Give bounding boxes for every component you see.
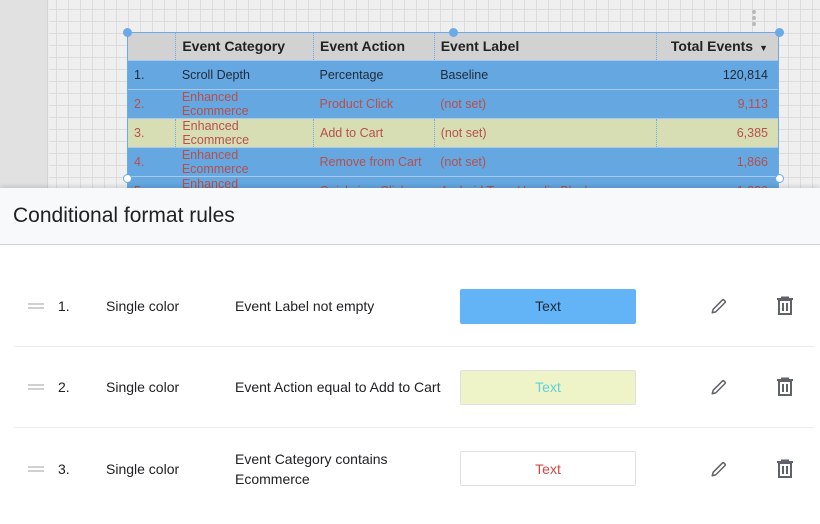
rule-condition: Event Action equal to Add to Cart <box>235 379 441 395</box>
rule-type: Single color <box>106 298 180 314</box>
report-canvas: Event Category Event Action Event Label … <box>0 0 820 190</box>
resize-handle-top-center[interactable] <box>449 28 458 37</box>
row-index: 2. <box>128 88 176 118</box>
panel-title: Conditional format rules <box>13 204 235 227</box>
cell-event-label: (not set) <box>433 117 657 147</box>
cell-event-action: Product Click <box>313 88 435 118</box>
cell-event-action: Remove from Cart <box>313 146 435 176</box>
drag-handle-icon[interactable] <box>28 303 44 309</box>
rule-style-preview: Text <box>460 288 636 324</box>
trash-icon[interactable] <box>773 375 797 399</box>
row-index: 3. <box>128 117 176 147</box>
trash-icon[interactable] <box>773 294 797 318</box>
rule-condition: Event Label not empty <box>235 298 375 314</box>
header-total-events-label: Total Events <box>670 38 754 55</box>
format-rule[interactable]: 3. Single color Event Category contains Ec… <box>14 428 814 509</box>
row-index: 1. <box>128 59 176 89</box>
header-event-action[interactable]: Event Action <box>312 33 435 60</box>
conditional-format-panel: Conditional format rules 1. Single color E… <box>0 188 820 524</box>
resize-handle-top-left[interactable] <box>123 28 132 37</box>
cell-event-action: Percentage <box>313 59 435 89</box>
resize-handle-middle-right[interactable] <box>775 174 784 183</box>
rule-number: 1. <box>58 298 70 314</box>
cell-event-label: (not set) <box>434 88 657 118</box>
format-rule[interactable]: 2. Single color Event Action equal to Add … <box>14 347 814 428</box>
cell-event-label: (not set) <box>434 146 657 176</box>
drag-handle-icon[interactable] <box>28 384 44 390</box>
cell-event-category: Enhanced Ecommerce <box>175 88 314 118</box>
header-event-category[interactable]: Event Category <box>175 33 314 60</box>
cell-event-label: Baseline <box>434 59 657 89</box>
rule-style-preview: Text <box>460 451 636 486</box>
rule-condition: Event Category contains Ecommerce <box>235 450 388 487</box>
resize-handle-middle-left[interactable] <box>123 174 132 183</box>
rule-type: Single color <box>106 460 180 477</box>
row-index: 4. <box>128 146 176 176</box>
cell-total-events: 9,113 <box>656 88 778 118</box>
cell-total-events: 6,385 <box>655 117 778 147</box>
table-row[interactable]: 3. Enhanced Ecommerce Add to Cart (not set)… <box>128 117 778 147</box>
header-event-label[interactable]: Event Label <box>433 33 657 60</box>
table-row[interactable]: 4. Enhanced Ecommerce Remove from Cart (not… <box>128 146 778 176</box>
rule-number: 2. <box>58 379 70 395</box>
trash-icon[interactable] <box>773 457 797 481</box>
pencil-icon[interactable] <box>707 294 731 318</box>
canvas-left-gutter <box>0 0 48 190</box>
pencil-icon[interactable] <box>707 375 731 399</box>
cell-event-category: Scroll Depth <box>175 59 314 89</box>
header-total-events[interactable]: Total Events ▼ <box>655 33 778 60</box>
cell-total-events: 1,866 <box>656 146 778 176</box>
pencil-icon[interactable] <box>707 457 731 481</box>
cell-event-category: Enhanced Ecommerce <box>175 117 314 147</box>
table-chart[interactable]: Event Category Event Action Event Label … <box>127 32 779 190</box>
cell-event-action: Add to Cart <box>312 117 435 147</box>
rule-number: 3. <box>58 460 70 477</box>
format-rule[interactable]: 1. Single color Event Label not empty Text <box>14 266 814 347</box>
table-row[interactable]: 2. Enhanced Ecommerce Product Click (not se… <box>128 88 778 118</box>
table-row[interactable]: 1. Scroll Depth Percentage Baseline 120,814 <box>128 59 778 89</box>
rule-type: Single color <box>106 379 180 395</box>
drag-handle-icon[interactable] <box>28 465 44 472</box>
table-header-row: Event Category Event Action Event Label … <box>128 33 778 60</box>
caret-down-icon[interactable]: ▼ <box>759 43 768 53</box>
rule-style-preview: Text <box>460 369 636 405</box>
cell-event-category: Enhanced Ecommerce <box>175 146 314 176</box>
data-table: Event Category Event Action Event Label … <box>128 33 778 190</box>
header-index <box>128 33 176 60</box>
more-options-icon[interactable] <box>752 10 756 26</box>
resize-handle-top-right[interactable] <box>775 28 784 37</box>
panel-header: Conditional format rules <box>0 188 820 245</box>
cell-total-events: 120,814 <box>656 59 778 89</box>
